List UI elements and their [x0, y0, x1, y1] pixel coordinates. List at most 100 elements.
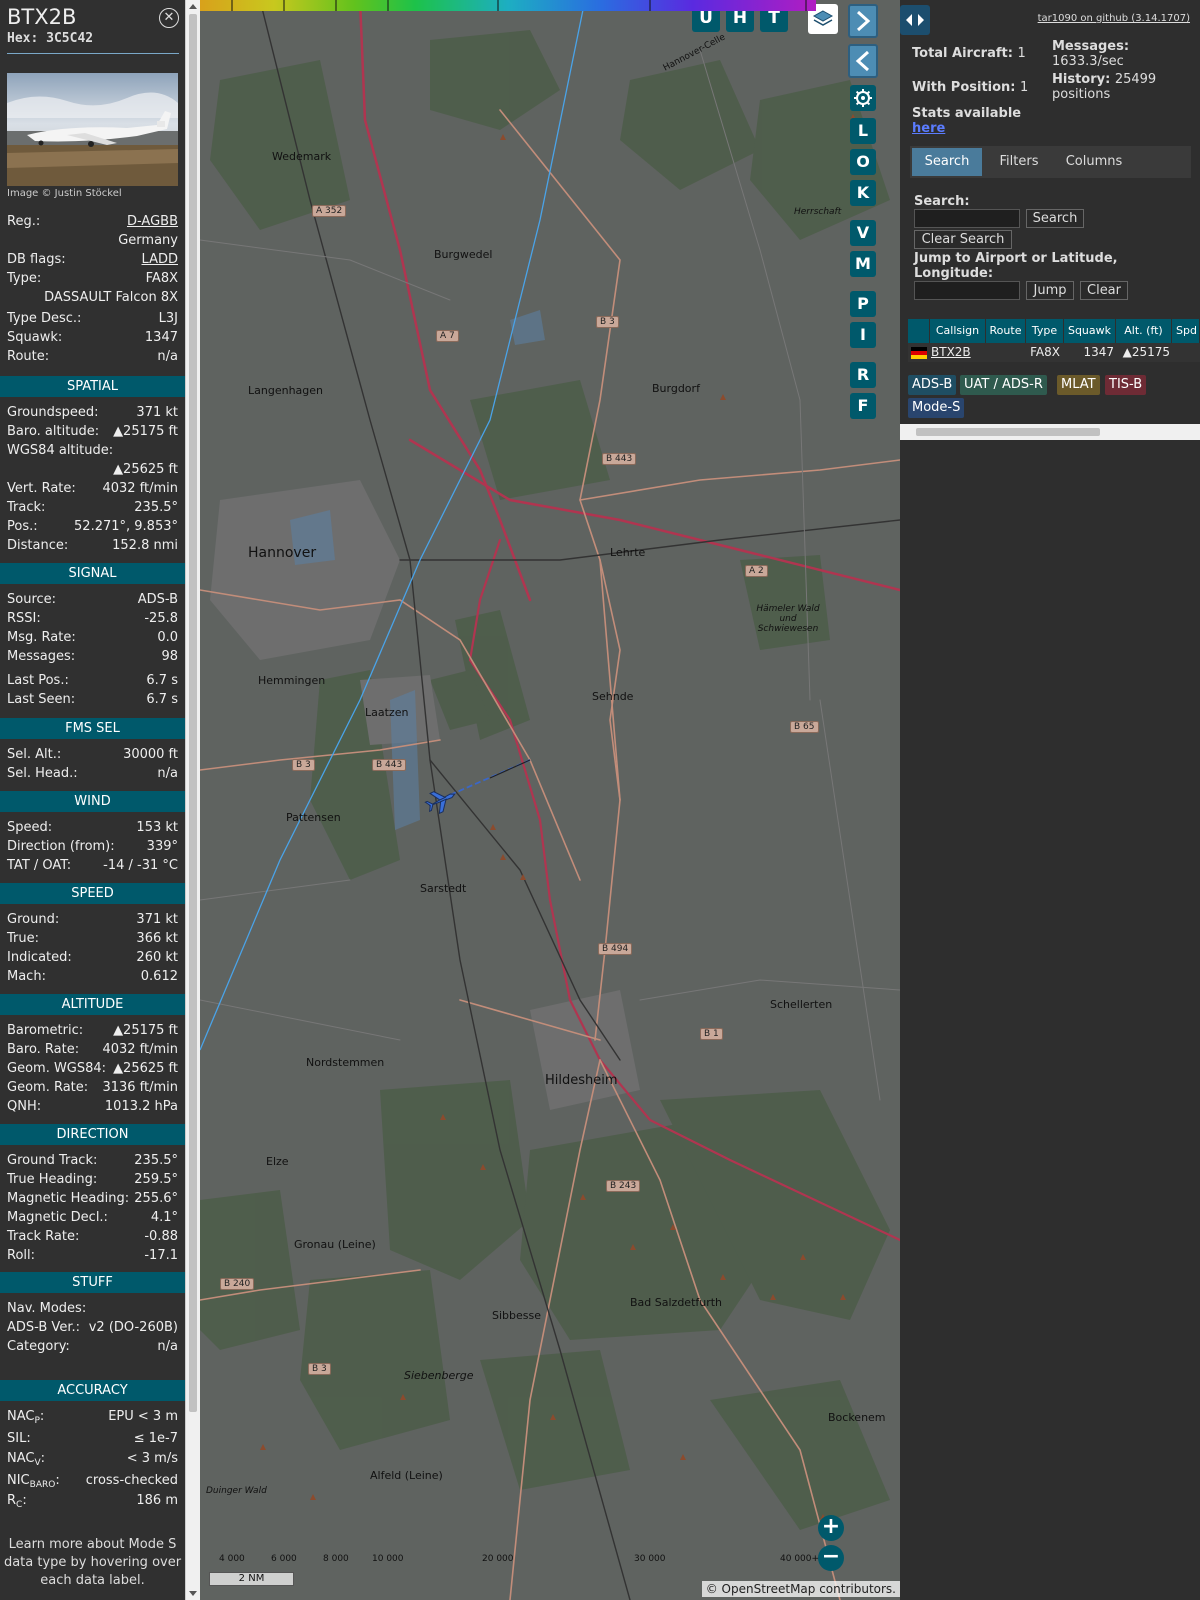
collapse-left-icon[interactable] — [848, 44, 878, 78]
close-icon[interactable]: ✕ — [159, 8, 179, 28]
github-link[interactable]: tar1090 on github (3.14.1707) — [1038, 13, 1190, 24]
zoom-in-icon[interactable]: + — [818, 1515, 844, 1541]
map-button-i[interactable]: I — [850, 322, 876, 348]
info-row: WGS84 altitude: — [7, 442, 178, 460]
column-header-flag[interactable] — [908, 319, 930, 343]
column-header-route[interactable]: Route — [986, 319, 1026, 343]
info-row-value: 52.271°, 9.853° — [74, 519, 178, 534]
map-attribution[interactable]: © OpenStreetMap contributors. — [701, 1581, 900, 1597]
section-header-spatial: SPATIAL — [0, 376, 185, 397]
row-callsign[interactable]: BTX2B — [930, 343, 986, 362]
tab-columns[interactable]: Columns — [1054, 148, 1134, 176]
scroll-up-icon[interactable] — [189, 4, 197, 9]
aircraft-photo[interactable] — [7, 73, 178, 186]
badge-adsb: ADS-B — [908, 375, 957, 395]
info-row-label: Magnetic Decl.: — [7, 1210, 108, 1225]
search-input[interactable] — [914, 209, 1020, 228]
info-row: Nav. Modes: — [7, 1300, 178, 1318]
info-row-label: Source: — [7, 592, 57, 607]
info-row-label: Track: — [7, 500, 46, 515]
map-button-l[interactable]: L — [850, 118, 876, 144]
road-label: B 3 — [596, 316, 619, 328]
info-row-value: Germany — [118, 233, 178, 248]
info-row-label: Roll: — [7, 1248, 36, 1263]
map-button-p[interactable]: P — [850, 291, 876, 317]
map-button-r[interactable]: R — [850, 362, 876, 388]
jump-input[interactable] — [914, 281, 1020, 300]
info-row: Mach: 0.612 — [7, 968, 178, 986]
tab-filters[interactable]: Filters — [988, 148, 1050, 176]
column-header-squawk[interactable]: Squawk — [1064, 319, 1116, 343]
section-header-speed: SPEED — [0, 883, 185, 904]
colorbar-tick: 6 000 — [271, 1554, 297, 1564]
history-label: History: — [1052, 72, 1111, 87]
info-row-value: L3J — [158, 311, 178, 326]
info-row-value: 235.5° — [134, 1153, 178, 1168]
info-row-value: 152.8 nmi — [112, 538, 178, 553]
map-button-k[interactable]: K — [850, 180, 876, 206]
scroll-down-icon[interactable] — [189, 1591, 197, 1596]
info-row-value[interactable]: LADD — [142, 251, 178, 269]
stats-link[interactable]: here — [912, 121, 945, 136]
total-aircraft-label: Total Aircraft: — [912, 46, 1013, 61]
map-button-f[interactable]: F — [850, 393, 876, 419]
with-position-value: 1 — [1020, 80, 1029, 95]
info-row-value: ▲25175 ft — [113, 424, 178, 439]
place-label: Bad Salzdetfurth — [630, 1296, 723, 1309]
info-row-label: DB flags: — [7, 252, 66, 267]
row-type: FA8X — [1026, 343, 1064, 362]
info-row: NACP: EPU < 3 m — [7, 1408, 178, 1426]
scrollbar-thumb[interactable] — [189, 14, 197, 1412]
clear-search-button[interactable]: Clear Search — [914, 230, 1012, 249]
tab-search[interactable]: Search — [912, 148, 982, 176]
search-button[interactable]: Search — [1026, 209, 1084, 228]
info-row-value: 3136 ft/min — [102, 1080, 178, 1095]
jump-button[interactable]: Jump — [1026, 281, 1074, 300]
badge-uat: UAT / ADS-R — [960, 375, 1047, 395]
map-button-o[interactable]: O — [850, 149, 876, 175]
aircraft-list-panel: tar1090 on github (3.14.1707) Total Airc… — [900, 0, 1200, 1600]
column-header-callsign[interactable]: Callsign — [930, 319, 986, 343]
badge-modes: Mode-S — [908, 398, 965, 418]
table-horizontal-scrollbar[interactable] — [900, 424, 1200, 440]
clear-button[interactable]: Clear — [1080, 281, 1128, 300]
info-row-label-main: NAC — [7, 1409, 35, 1424]
toggle-sidebar-icon[interactable] — [900, 5, 930, 35]
info-row-value: cross-checked — [85, 1473, 178, 1488]
info-row-value: 366 kt — [136, 931, 178, 946]
info-row: Last Pos.: 6.7 s — [7, 672, 178, 690]
map-view[interactable]: Wedemark Burgwedel Langenhagen Burgdorf … — [200, 0, 900, 1600]
info-panel-scrollbar[interactable] — [185, 0, 200, 1600]
info-row: Sel. Head.: n/a — [7, 765, 178, 783]
place-label: Gronau (Leine) — [294, 1238, 376, 1251]
info-row-label: WGS84 altitude: — [7, 443, 114, 458]
info-row-label: NACV: — [7, 1451, 46, 1468]
map-button-m[interactable]: M — [850, 251, 876, 277]
aircraft-hex: Hex: 3C5C42 — [7, 31, 94, 46]
with-position: With Position: 1 — [912, 80, 1028, 95]
info-row: Direction (from): 339° — [7, 838, 178, 856]
info-row: Type Desc.: L3J — [7, 310, 178, 328]
info-row-label: Baro. Rate: — [7, 1042, 80, 1057]
scrollbar-thumb[interactable] — [916, 428, 1100, 436]
info-row: Ground: 371 kt — [7, 911, 178, 929]
road-label: A 352 — [312, 205, 347, 217]
info-row: Geom. WGS84: ▲25625 ft — [7, 1060, 178, 1078]
column-header-altitude[interactable]: Alt. (ft) — [1116, 319, 1172, 343]
info-row-value[interactable]: D-AGBB — [127, 213, 178, 231]
info-row-label: Barometric: — [7, 1023, 84, 1038]
column-header-speed[interactable]: Spd — [1172, 319, 1200, 343]
settings-gear-icon[interactable] — [850, 85, 876, 111]
info-row-label-main: NIC — [7, 1473, 30, 1488]
road-label: A 7 — [436, 330, 459, 342]
info-row-value: 4032 ft/min — [102, 481, 178, 496]
map-button-v[interactable]: V — [850, 220, 876, 246]
zoom-out-icon[interactable]: − — [818, 1545, 844, 1571]
info-row: TAT / OAT: -14 / -31 °C — [7, 857, 178, 875]
place-label: Langenhagen — [248, 384, 323, 397]
info-row-label: Type Desc.: — [7, 311, 82, 326]
column-header-type[interactable]: Type — [1026, 319, 1064, 343]
info-row-label: Reg.: — [7, 214, 41, 229]
road-label: B 494 — [598, 943, 633, 955]
expand-right-icon[interactable] — [848, 4, 878, 38]
